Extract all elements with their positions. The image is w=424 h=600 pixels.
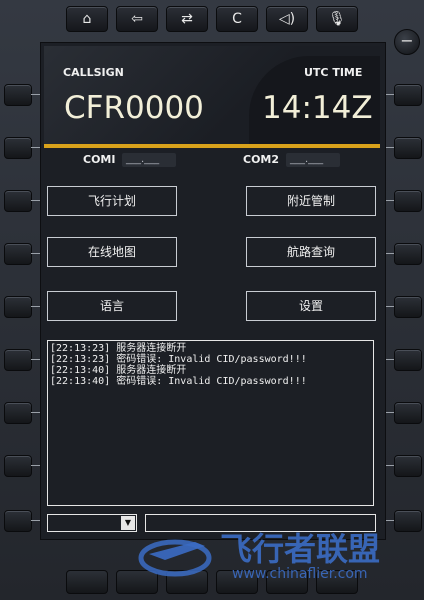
log-line: [22:13:23] 服务器连接断开: [50, 343, 187, 354]
utc-label: UTC TIME: [304, 66, 363, 79]
language-button[interactable]: 语言: [47, 291, 177, 321]
home-icon: ⌂: [82, 11, 92, 27]
clear-button[interactable]: C: [216, 6, 258, 32]
lsk-5[interactable]: [4, 296, 32, 318]
com1-label: COMI: [83, 153, 116, 166]
back-icon: ⇦: [131, 11, 143, 27]
lsk-1[interactable]: [4, 84, 32, 106]
speaker-icon: ◁): [278, 11, 296, 27]
lsk-4[interactable]: [4, 243, 32, 265]
rsk-8[interactable]: [394, 455, 422, 477]
lsk-8[interactable]: [4, 455, 32, 477]
swap-icon: ⇄: [181, 11, 193, 27]
lsk-7[interactable]: [4, 402, 32, 424]
watermark-logo: [138, 539, 212, 577]
rsk-3[interactable]: [394, 190, 422, 212]
nearby-atc-button[interactable]: 附近管制: [246, 186, 376, 216]
back-button[interactable]: ⇦: [116, 6, 158, 32]
rsk-1[interactable]: [394, 84, 422, 106]
lsk-3[interactable]: [4, 190, 32, 212]
microphone-button[interactable]: 🎙: [316, 6, 358, 32]
log-line: [22:13:40] 密码错误: Invalid CID/password!!!: [50, 376, 307, 387]
com1-field[interactable]: ___.___: [122, 153, 176, 167]
swap-button[interactable]: ⇄: [166, 6, 208, 32]
minus-button[interactable]: −: [394, 29, 420, 55]
flight-plan-button[interactable]: 飞行计划: [47, 186, 177, 216]
message-log[interactable]: [22:13:23] 服务器连接断开 [22:13:23] 密码错误: Inva…: [47, 340, 374, 506]
rsk-4[interactable]: [394, 243, 422, 265]
com2-label: COM2: [243, 153, 280, 166]
route-query-button[interactable]: 航路查询: [246, 237, 376, 267]
rsk-6[interactable]: [394, 349, 422, 371]
log-line: [22:13:40] 服务器连接断开: [50, 365, 187, 376]
online-map-button[interactable]: 在线地图: [47, 237, 177, 267]
rsk-2[interactable]: [394, 137, 422, 159]
watermark-text: 飞行者联盟: [220, 530, 381, 568]
rsk-9[interactable]: [394, 510, 422, 532]
microphone-icon: 🎙: [328, 11, 346, 27]
lsk-9[interactable]: [4, 510, 32, 532]
bottom-key-1[interactable]: [66, 570, 108, 594]
speaker-button[interactable]: ◁): [266, 6, 308, 32]
lsk-6[interactable]: [4, 349, 32, 371]
chevron-down-icon[interactable]: ▼: [121, 516, 135, 530]
clear-label: C: [232, 11, 242, 27]
callsign-label: CALLSIGN: [63, 66, 124, 79]
rsk-5[interactable]: [394, 296, 422, 318]
channel-select[interactable]: ▼: [47, 514, 137, 532]
home-button[interactable]: ⌂: [66, 6, 108, 32]
settings-button[interactable]: 设置: [246, 291, 376, 321]
rsk-7[interactable]: [394, 402, 422, 424]
utc-value: 14:14Z: [262, 90, 373, 126]
lsk-2[interactable]: [4, 137, 32, 159]
com2-field[interactable]: ___.___: [286, 153, 340, 167]
callsign-value: CFR0000: [64, 90, 204, 126]
log-line: [22:13:23] 密码错误: Invalid CID/password!!!: [50, 354, 307, 365]
watermark-url: www.chinaflier.com: [232, 566, 368, 582]
